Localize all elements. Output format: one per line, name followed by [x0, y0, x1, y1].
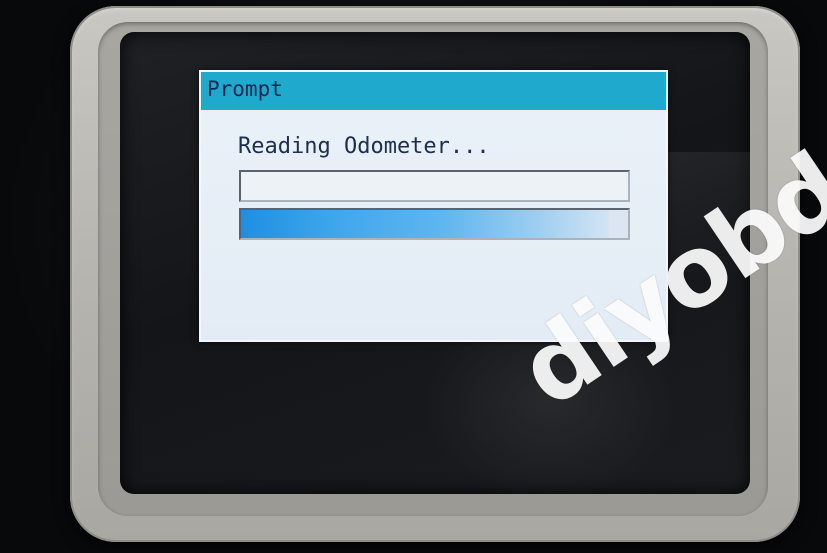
dialog-title: Prompt: [207, 77, 283, 101]
status-message: Reading Odometer...: [238, 134, 490, 159]
status-text-field: [239, 170, 630, 202]
dialog-titlebar: Prompt: [201, 72, 666, 110]
progress-bar-fill: [241, 210, 609, 238]
progress-bar: [239, 208, 630, 240]
device-photo: Prompt Reading Odometer... diyobd: [0, 0, 827, 553]
